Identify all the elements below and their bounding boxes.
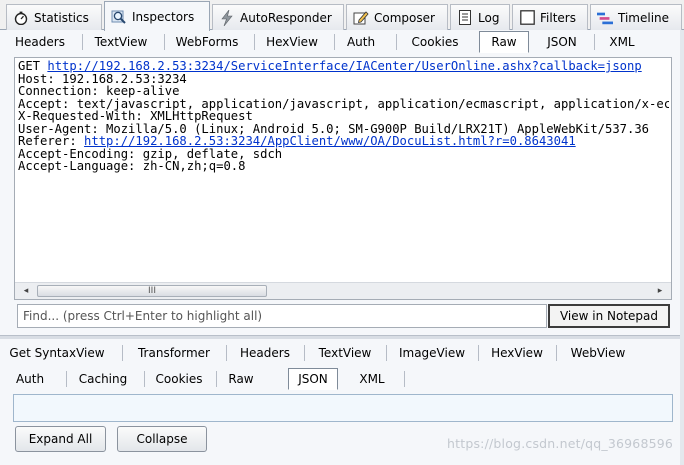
tab-autoresponder-label: AutoResponder — [240, 10, 332, 25]
header-accept-language: Accept-Language: zh-CN,zh;q=0.8 — [18, 159, 246, 173]
tab-label: Get SyntaxView — [9, 346, 105, 360]
tab-request-textview[interactable]: TextView — [82, 31, 160, 53]
tab-label: TextView — [318, 346, 372, 360]
tab-response-transformer[interactable]: Transformer — [122, 342, 226, 364]
tab-label: Auth — [15, 372, 45, 386]
tab-label: Cookies — [155, 372, 203, 386]
tab-log-label: Log — [478, 10, 500, 25]
tab-request-cookies[interactable]: Cookies — [396, 31, 474, 53]
request-raw-pane[interactable]: GET http://192.168.2.53:3234/ServiceInte… — [14, 57, 672, 300]
tab-label: Cookies — [411, 35, 459, 49]
tab-label: WebView — [570, 346, 626, 360]
find-input[interactable]: Find... (press Ctrl+Enter to highlight a… — [17, 304, 547, 328]
json-tree-view[interactable] — [13, 394, 673, 422]
tab-label: JSON — [298, 372, 328, 386]
tab-request-headers[interactable]: Headers — [4, 31, 76, 53]
tab-request-webforms[interactable]: WebForms — [164, 31, 250, 53]
pencil-icon — [353, 10, 369, 26]
view-in-notepad-button[interactable]: View in Notepad — [548, 304, 670, 328]
magnifier-icon — [111, 9, 127, 25]
log-icon — [457, 10, 473, 26]
tab-composer[interactable]: Composer — [346, 4, 448, 30]
tab-label: Auth — [346, 35, 376, 49]
tab-inspectors-label: Inspectors — [132, 9, 195, 24]
tab-filters[interactable]: Filters — [512, 4, 588, 30]
tab-response-headers[interactable]: Headers — [226, 342, 304, 364]
scroll-right-icon[interactable]: ▸ — [652, 283, 668, 299]
tab-request-raw[interactable]: Raw — [479, 31, 529, 53]
tab-timeline[interactable]: Timeline — [590, 4, 682, 30]
tab-label: HexView — [266, 35, 318, 49]
horizontal-scrollbar[interactable]: ◂ III ▸ — [15, 282, 671, 299]
tab-filters-label: Filters — [540, 10, 576, 25]
tab-label: Transformer — [137, 346, 210, 360]
tab-request-auth[interactable]: Auth — [334, 31, 388, 53]
tab-label: Headers — [240, 346, 290, 360]
tab-response-xml[interactable]: XML — [346, 368, 398, 390]
tab-label: Caching — [78, 372, 128, 386]
tab-timeline-label: Timeline — [618, 10, 670, 25]
tab-label: Raw — [228, 372, 254, 386]
tab-response-imageview[interactable]: ImageView — [386, 342, 478, 364]
tab-label: XML — [609, 35, 635, 49]
tab-statistics[interactable]: Statistics — [6, 4, 102, 30]
expand-all-button[interactable]: Expand All — [15, 426, 106, 452]
tab-label: HexView — [491, 346, 543, 360]
tab-separator — [404, 368, 408, 390]
lightning-icon — [219, 9, 235, 26]
response-inspector-tabs-row1: Get SyntaxView Transformer Headers TextV… — [4, 341, 676, 365]
collapse-button[interactable]: Collapse — [117, 426, 207, 452]
tab-request-hexview[interactable]: HexView — [254, 31, 330, 53]
tab-request-json[interactable]: JSON — [534, 31, 590, 53]
referer-label: Referer: — [18, 134, 85, 148]
raw-request-text[interactable]: GET http://192.168.2.53:3234/ServiceInte… — [18, 60, 669, 282]
tab-composer-label: Composer — [374, 10, 435, 25]
request-line: GET http://192.168.2.53:3234/ServiceInte… — [18, 60, 669, 73]
tab-response-webview[interactable]: WebView — [556, 342, 640, 364]
grip-icon: III — [148, 286, 156, 296]
tab-response-caching[interactable]: Caching — [66, 368, 140, 390]
timeline-icon — [597, 10, 613, 26]
tab-request-xml[interactable]: XML — [594, 31, 650, 53]
tab-log[interactable]: Log — [450, 4, 510, 30]
watermark: https://blog.csdn.net/qq_36968596 — [447, 436, 674, 451]
pane-splitter[interactable] — [0, 335, 684, 339]
tab-response-hexview[interactable]: HexView — [478, 342, 556, 364]
tab-response-syntaxview[interactable]: Get SyntaxView — [4, 342, 110, 364]
request-inspector-tabs: Headers TextView WebForms HexView Auth C… — [4, 30, 676, 54]
tab-label: ImageView — [398, 346, 466, 360]
header-x-requested-with: X-Requested-With: XMLHttpRequest — [18, 109, 253, 123]
tab-label: Raw — [491, 35, 517, 49]
scrollbar-thumb[interactable]: III — [37, 285, 267, 297]
referer-url-link[interactable]: http://192.168.2.53:3234/AppClient/www/O… — [84, 134, 576, 148]
stopwatch-icon — [13, 10, 29, 26]
tab-response-textview[interactable]: TextView — [304, 342, 386, 364]
tab-label: XML — [359, 372, 385, 386]
tab-response-cookies[interactable]: Cookies — [144, 368, 214, 390]
window-edge — [680, 30, 684, 465]
tab-label: TextView — [94, 35, 148, 49]
tab-label: WebForms — [175, 35, 239, 49]
tab-response-auth[interactable]: Auth — [4, 368, 56, 390]
checkbox-icon — [519, 10, 535, 26]
response-inspector-tabs-row2: Auth Caching Cookies Raw JSON XML — [4, 367, 676, 391]
main-tab-bar: Statistics Inspectors AutoResponder Comp… — [0, 0, 684, 31]
tab-autoresponder[interactable]: AutoResponder — [212, 4, 344, 30]
header-referer: Referer: http://192.168.2.53:3234/AppCli… — [18, 135, 669, 148]
header-connection: Connection: keep-alive — [18, 84, 180, 98]
scroll-left-icon[interactable]: ◂ — [18, 283, 34, 299]
tab-inspectors[interactable]: Inspectors — [104, 1, 210, 31]
tab-label: JSON — [547, 35, 577, 49]
tab-response-raw[interactable]: Raw — [216, 368, 266, 390]
tab-response-json[interactable]: JSON — [288, 368, 338, 390]
tab-label: Headers — [15, 35, 65, 49]
tab-statistics-label: Statistics — [34, 10, 89, 25]
